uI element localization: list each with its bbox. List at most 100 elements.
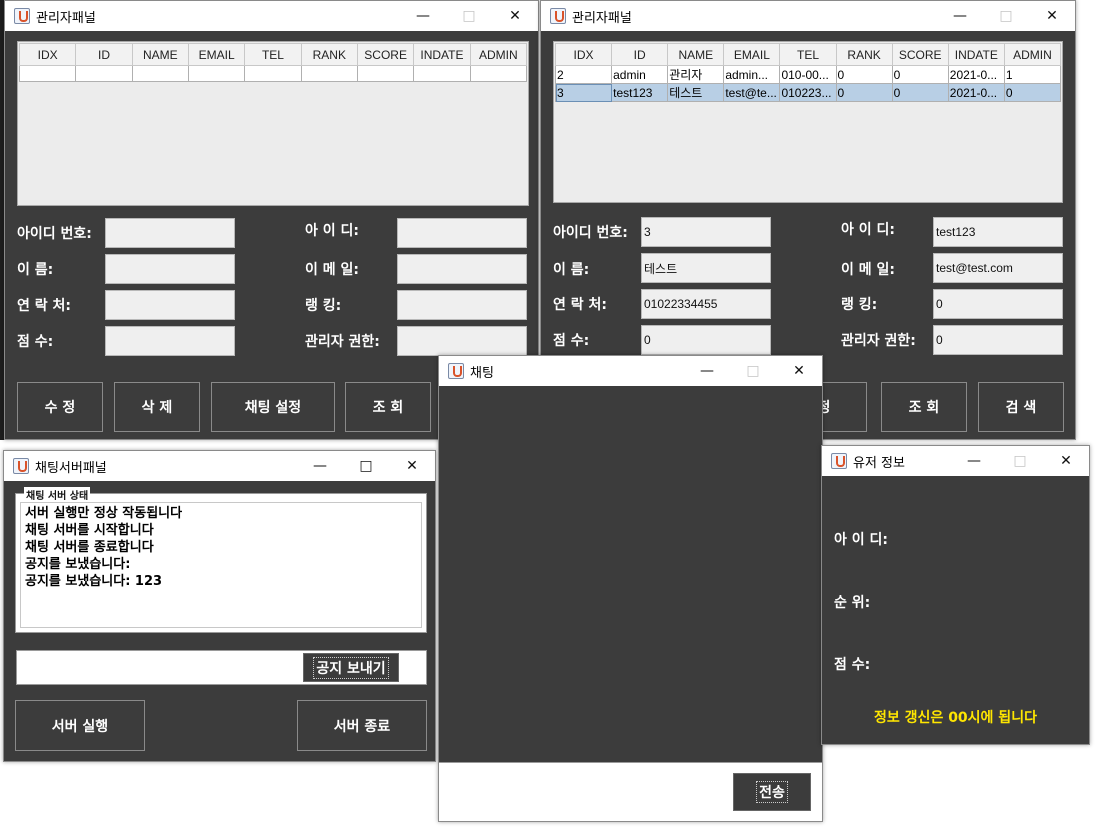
table-cell[interactable]: 0 [891, 65, 949, 84]
maximize-icon[interactable]: □ [997, 446, 1043, 476]
table-cell[interactable]: 2021-0... [947, 65, 1005, 84]
search-button[interactable]: 검 색 [978, 382, 1064, 432]
column-header-rank[interactable]: RANK [835, 43, 893, 66]
rank-field[interactable] [397, 290, 527, 320]
table-cell[interactable] [131, 65, 189, 82]
score-field[interactable]: 0 [641, 325, 771, 355]
column-header-id[interactable]: ID [611, 43, 669, 66]
java-app-icon [14, 8, 30, 24]
id-field[interactable] [397, 218, 527, 248]
table-cell[interactable] [244, 65, 302, 82]
minimize-icon[interactable]: — [297, 451, 343, 481]
table-cell[interactable]: 0 [835, 65, 893, 84]
table-cell[interactable]: admin... [723, 65, 781, 84]
column-header-id[interactable]: ID [75, 43, 133, 66]
table-cell[interactable]: 2021-0... [947, 83, 1005, 102]
table-cell[interactable] [356, 65, 415, 82]
column-header-email[interactable]: EMAIL [723, 43, 781, 66]
table-cell[interactable] [300, 65, 358, 82]
minimize-icon[interactable]: — [951, 446, 997, 476]
column-header-score[interactable]: SCORE [891, 43, 949, 66]
id-field[interactable]: test123 [933, 217, 1063, 247]
table-cell[interactable]: 0 [835, 83, 893, 102]
minimize-icon[interactable]: — [937, 1, 983, 31]
table-cell[interactable] [187, 65, 246, 82]
idx-field[interactable] [105, 218, 235, 248]
close-icon[interactable]: ✕ [1043, 446, 1089, 476]
admin-field[interactable] [397, 326, 527, 356]
name-field[interactable] [105, 254, 235, 284]
user-table[interactable]: IDX ID NAME EMAIL TEL RANK SCORE INDATE ADMIN [17, 41, 529, 206]
table-cell[interactable]: 010223... [779, 83, 837, 102]
maximize-icon[interactable]: □ [343, 451, 389, 481]
log-line: 공지를 보냈습니다: [25, 557, 131, 572]
table-cell[interactable]: test@te... [723, 83, 781, 102]
column-header-indate[interactable]: INDATE [947, 43, 1005, 66]
lookup-button[interactable]: 조 회 [881, 382, 967, 432]
send-notice-button[interactable]: 공지 보내기 [303, 653, 399, 682]
table-cell[interactable]: test123 [611, 83, 669, 102]
tel-field[interactable]: 01022334455 [641, 289, 771, 319]
table-cell[interactable]: 3 [554, 83, 613, 102]
close-icon[interactable]: ✕ [776, 356, 822, 386]
close-icon[interactable]: ✕ [492, 1, 538, 31]
minimize-icon[interactable]: — [400, 1, 446, 31]
email-label: 이 메 일: [841, 262, 895, 278]
table-cell[interactable] [413, 65, 471, 82]
user-score-label: 점 수: [834, 657, 871, 673]
table-row[interactable]: 2 admin 관리자 admin... 010-00... 0 0 2021-0... 1 [554, 65, 1062, 84]
chat-message-area[interactable] [439, 386, 822, 762]
send-message-button[interactable]: 전송 [733, 773, 811, 811]
email-field[interactable]: test@test.com [933, 253, 1063, 283]
server-status-title: 채팅 서버 상태 [24, 487, 91, 502]
admin-field[interactable]: 0 [933, 325, 1063, 355]
delete-button[interactable]: 삭 제 [114, 382, 200, 432]
column-header-idx[interactable]: IDX [18, 43, 77, 66]
table-cell[interactable]: 2 [554, 65, 613, 84]
name-field[interactable]: 테스트 [641, 253, 771, 283]
idx-field[interactable]: 3 [641, 217, 771, 247]
close-icon[interactable]: ✕ [1029, 1, 1075, 31]
table-row[interactable] [18, 65, 528, 82]
table-cell[interactable]: admin [611, 65, 669, 84]
tel-field[interactable] [105, 290, 235, 320]
column-header-indate[interactable]: INDATE [413, 43, 471, 66]
server-log-area[interactable]: 서버 실행만 정상 작동됩니다 채팅 서버를 시작합니다 채팅 서버를 종료합니다 공… [20, 502, 422, 628]
maximize-icon[interactable]: □ [730, 356, 776, 386]
column-header-name[interactable]: NAME [131, 43, 189, 66]
user-rank-label: 순 위: [834, 595, 871, 611]
user-table[interactable]: IDX ID NAME EMAIL TEL RANK SCORE INDATE ADMIN 2a… [553, 41, 1063, 203]
edit-button[interactable]: 수 정 [17, 382, 103, 432]
column-header-admin[interactable]: ADMIN [1003, 43, 1062, 66]
column-header-email[interactable]: EMAIL [187, 43, 246, 66]
column-header-tel[interactable]: TEL [244, 43, 302, 66]
maximize-icon[interactable]: □ [983, 1, 1029, 31]
lookup-button[interactable]: 조 회 [345, 382, 431, 432]
score-field[interactable] [105, 326, 235, 356]
rank-field[interactable]: 0 [933, 289, 1063, 319]
column-header-rank[interactable]: RANK [300, 43, 358, 66]
table-cell[interactable]: 0 [891, 83, 949, 102]
minimize-icon[interactable]: — [684, 356, 730, 386]
table-cell[interactable] [18, 65, 77, 82]
table-cell[interactable] [75, 65, 133, 82]
table-cell[interactable]: 관리자 [667, 65, 725, 84]
column-header-admin[interactable]: ADMIN [469, 43, 528, 66]
column-header-tel[interactable]: TEL [779, 43, 837, 66]
maximize-icon[interactable]: □ [446, 1, 492, 31]
stop-server-button[interactable]: 서버 종료 [297, 700, 427, 751]
column-header-score[interactable]: SCORE [356, 43, 415, 66]
table-cell[interactable]: 1 [1003, 65, 1062, 84]
table-row[interactable]: 3 test123 테스트 test@te... 010223... 0 0 2021-0..… [554, 83, 1062, 102]
table-cell[interactable]: 테스트 [667, 83, 725, 102]
chat-settings-button[interactable]: 채팅 설정 [211, 382, 335, 432]
table-cell[interactable]: 010-00... [779, 65, 837, 84]
table-cell[interactable] [469, 65, 528, 82]
column-header-idx[interactable]: IDX [554, 43, 613, 66]
close-icon[interactable]: ✕ [389, 451, 435, 481]
column-header-name[interactable]: NAME [667, 43, 725, 66]
java-app-icon [448, 363, 464, 379]
table-cell[interactable]: 0 [1003, 83, 1062, 102]
start-server-button[interactable]: 서버 실행 [15, 700, 145, 751]
email-field[interactable] [397, 254, 527, 284]
